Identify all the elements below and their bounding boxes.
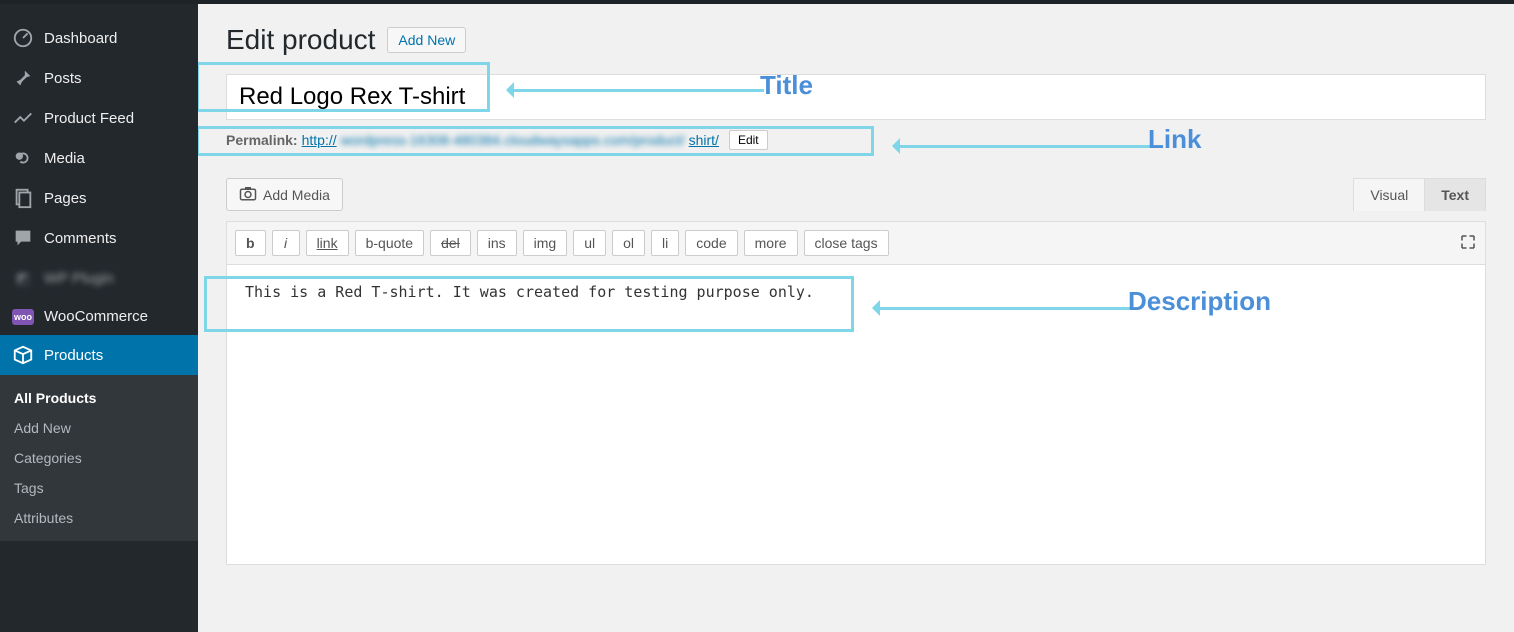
description-editor[interactable]: This is a Red T-shirt. It was created fo… — [226, 265, 1486, 565]
sidebar-item-comments[interactable]: Comments — [0, 218, 198, 258]
sidebar-item-label: Posts — [44, 70, 82, 87]
pages-icon — [12, 188, 34, 208]
permalink-label: Permalink: — [226, 132, 298, 148]
sidebar-item-label: Media — [44, 150, 85, 167]
editor-tabs: Visual Text — [1353, 178, 1486, 211]
submenu-attributes[interactable]: Attributes — [0, 503, 198, 533]
sidebar-submenu: All Products Add New Categories Tags Att… — [0, 375, 198, 541]
sidebar-item-products[interactable]: Products — [0, 335, 198, 375]
sidebar-item-pages[interactable]: Pages — [0, 178, 198, 218]
sidebar-item-hidden[interactable]: ◩ WP Plugin — [0, 258, 198, 298]
sidebar-item-label: Products — [44, 347, 103, 364]
woo-icon: woo — [12, 309, 34, 325]
toolbar-bold-button[interactable]: b — [235, 230, 266, 256]
toolbar-ul-button[interactable]: ul — [573, 230, 606, 256]
tab-text[interactable]: Text — [1424, 179, 1485, 211]
permalink-url-blurred: wordpress-16308-480384.cloudwaysapps.com… — [341, 132, 685, 148]
description-text: This is a Red T-shirt. It was created fo… — [245, 283, 814, 301]
permalink-url-suffix[interactable]: shirt/ — [689, 132, 719, 148]
toolbar-ins-button[interactable]: ins — [477, 230, 517, 256]
sidebar-item-posts[interactable]: Posts — [0, 58, 198, 98]
toolbar-closetags-button[interactable]: close tags — [804, 230, 889, 256]
camera-icon — [239, 185, 257, 204]
main-content: Edit product Add New Permalink: http://w… — [198, 4, 1514, 632]
toolbar-link-button[interactable]: link — [306, 230, 349, 256]
sidebar-item-dashboard[interactable]: Dashboard — [0, 18, 198, 58]
comment-icon — [12, 228, 34, 248]
submenu-tags[interactable]: Tags — [0, 473, 198, 503]
permalink-url-prefix[interactable]: http:// — [302, 132, 337, 148]
sidebar-item-label: Pages — [44, 190, 87, 207]
product-title-input[interactable] — [226, 74, 1486, 120]
sidebar-item-label: WooCommerce — [44, 308, 148, 325]
toolbar-more-button[interactable]: more — [744, 230, 798, 256]
submenu-add-new[interactable]: Add New — [0, 413, 198, 443]
feed-icon — [12, 108, 34, 128]
add-media-button[interactable]: Add Media — [226, 178, 343, 211]
sidebar-item-label: Product Feed — [44, 110, 134, 127]
toolbar-del-button[interactable]: del — [430, 230, 471, 256]
add-media-label: Add Media — [263, 187, 330, 203]
sidebar-item-woocommerce[interactable]: woo WooCommerce — [0, 298, 198, 335]
sidebar-item-product-feed[interactable]: Product Feed — [0, 98, 198, 138]
add-new-button[interactable]: Add New — [387, 27, 466, 53]
submenu-all-products[interactable]: All Products — [0, 383, 198, 413]
sidebar-item-label: Dashboard — [44, 30, 117, 47]
admin-sidebar: Dashboard Posts Product Feed Media Pages… — [0, 4, 198, 632]
plugin-icon: ◩ — [12, 268, 34, 288]
toolbar-italic-button[interactable]: i — [272, 230, 300, 256]
toolbar-ol-button[interactable]: ol — [612, 230, 645, 256]
permalink-row: Permalink: http://wordpress-16308-480384… — [226, 130, 1486, 150]
media-icon — [12, 148, 34, 168]
editor-toolbar: b i link b-quote del ins img ul ol li co… — [226, 221, 1486, 265]
toolbar-li-button[interactable]: li — [651, 230, 679, 256]
submenu-categories[interactable]: Categories — [0, 443, 198, 473]
sidebar-item-media[interactable]: Media — [0, 138, 198, 178]
sidebar-item-label: WP Plugin — [44, 270, 114, 287]
toolbar-code-button[interactable]: code — [685, 230, 737, 256]
fullscreen-icon[interactable] — [1459, 233, 1477, 254]
dashboard-icon — [12, 28, 34, 48]
pin-icon — [12, 68, 34, 88]
permalink-edit-button[interactable]: Edit — [729, 130, 768, 150]
sidebar-item-label: Comments — [44, 230, 117, 247]
toolbar-img-button[interactable]: img — [523, 230, 568, 256]
tab-visual[interactable]: Visual — [1354, 179, 1424, 211]
box-icon — [12, 345, 34, 365]
toolbar-bquote-button[interactable]: b-quote — [355, 230, 424, 256]
page-title: Edit product — [226, 24, 375, 56]
